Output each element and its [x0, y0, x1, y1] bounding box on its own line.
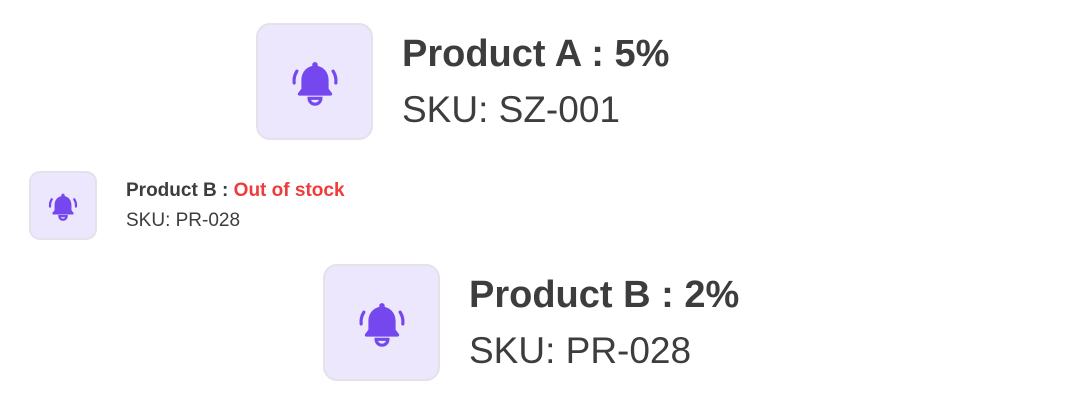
stock-status: Out of stock — [233, 179, 345, 201]
product-name: Product B — [126, 179, 217, 201]
product-sku: SKU: PR-028 — [469, 329, 692, 371]
stock-status: 5% — [614, 32, 670, 75]
title-separator: : — [580, 32, 615, 75]
notification-icon-box — [323, 264, 440, 381]
notification-title: Product B : Out of stock — [126, 179, 345, 203]
bell-ringing-icon — [358, 302, 405, 347]
bell-ringing-icon — [48, 193, 78, 221]
product-sku: SKU: PR-028 — [126, 209, 241, 231]
stock-status: 2% — [684, 273, 740, 316]
notification-text: Product B : 2% SKU: PR-028 — [469, 272, 739, 374]
title-separator: : — [650, 273, 685, 316]
notification-text: Product B : Out of stock SKU: PR-028 — [126, 179, 345, 233]
notification-title: Product A : 5% — [402, 31, 669, 77]
notification-card-product-b[interactable]: Product B : 2% SKU: PR-028 — [323, 264, 739, 381]
notification-icon-box — [29, 171, 97, 240]
bell-ringing-icon — [291, 61, 338, 106]
notification-title: Product B : 2% — [469, 272, 739, 318]
product-name: Product A — [402, 32, 581, 75]
notification-card-product-b-out-of-stock[interactable]: Product B : Out of stock SKU: PR-028 — [29, 171, 345, 240]
title-separator: : — [216, 179, 234, 201]
product-sku: SKU: SZ-001 — [402, 88, 620, 130]
notification-text: Product A : 5% SKU: SZ-001 — [402, 31, 669, 133]
notification-icon-box — [256, 23, 373, 140]
notification-canvas: Product A : 5% SKU: SZ-001 Product B : O… — [0, 0, 1080, 418]
notification-card-product-a[interactable]: Product A : 5% SKU: SZ-001 — [256, 23, 669, 140]
product-name: Product B — [469, 273, 651, 316]
